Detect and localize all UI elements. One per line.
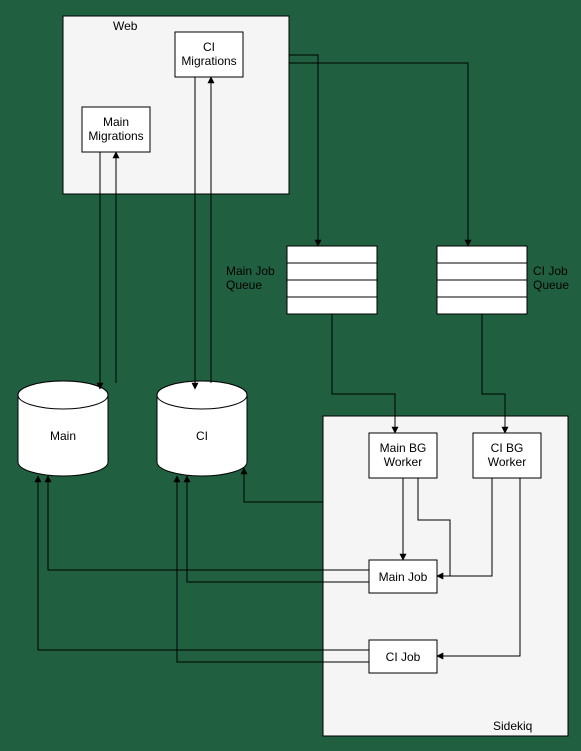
ci-job-queue-label: CI JobQueue: [533, 264, 569, 292]
main-job-label: Main Job: [379, 570, 428, 584]
web-title: Web: [113, 19, 138, 33]
main-job-queue-label: Main JobQueue: [226, 264, 275, 292]
sidekiq-title: Sidekiq: [493, 719, 532, 733]
main-bg-worker-label: Main BGWorker: [380, 441, 427, 469]
main-db-label: Main: [50, 429, 76, 443]
ci-job-queue: [437, 246, 527, 314]
ci-db-label: CI: [196, 429, 208, 443]
architecture-diagram: Web CIMigrations MainMigrations Main Job…: [0, 0, 581, 751]
ci-job-label: CI Job: [386, 650, 421, 664]
main-job-queue: [287, 246, 377, 314]
ci-bg-worker-label: CI BGWorker: [488, 441, 526, 469]
